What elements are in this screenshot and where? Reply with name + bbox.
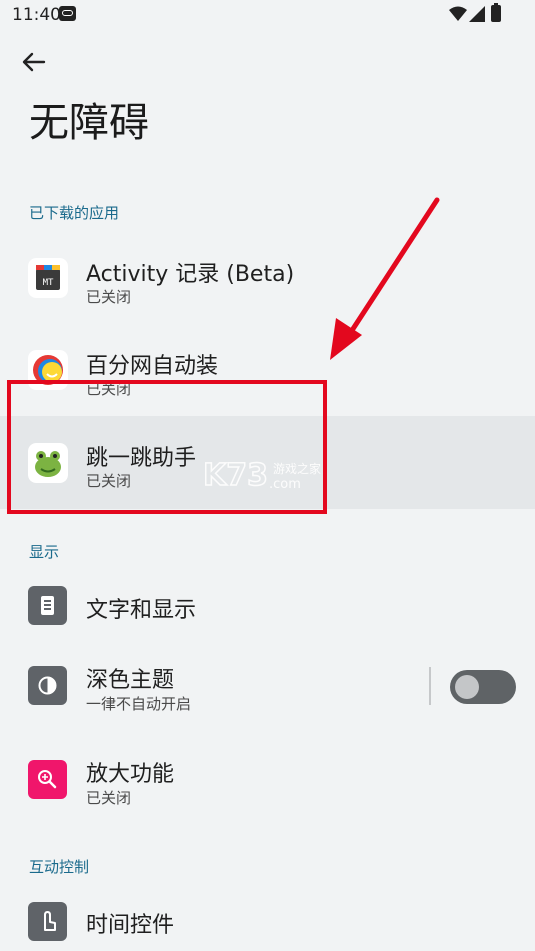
text-display-icon [28, 586, 67, 625]
section-interaction: 互动控制 [29, 858, 90, 876]
svg-text:游戏之家: 游戏之家 [273, 461, 321, 476]
app-title: 百分网自动装 [86, 354, 219, 379]
item-title: 放大功能 [86, 762, 175, 787]
status-bar: 11:40 [0, 0, 535, 30]
signal-icon [469, 6, 485, 22]
item-title: 深色主题 [86, 668, 175, 693]
battery-icon [491, 3, 501, 22]
back-arrow-icon[interactable] [20, 48, 48, 76]
app-title: Activity 记录 (Beta) [86, 262, 295, 287]
touch-icon [28, 902, 67, 941]
toggle-divider [429, 667, 431, 705]
k73-watermark-logo: K73 游戏之家 .com [203, 457, 321, 494]
mt-app-icon: MT [28, 258, 68, 298]
app-status: 已关闭 [86, 288, 132, 306]
wifi-icon [449, 6, 467, 21]
notification-icon [59, 6, 76, 21]
dark-theme-icon [28, 666, 67, 705]
dark-theme-row[interactable]: 深色主题 一律不自动开启 [0, 642, 535, 732]
item-status: 已关闭 [86, 789, 132, 807]
timing-controls-row[interactable]: 时间控件 [0, 885, 535, 951]
item-title: 文字和显示 [86, 598, 197, 623]
text-display-row[interactable]: 文字和显示 [0, 570, 535, 642]
magnification-row[interactable]: 放大功能 已关闭 [0, 732, 535, 832]
svg-text:MT: MT [43, 278, 54, 288]
dark-theme-toggle[interactable] [450, 670, 516, 704]
section-display: 显示 [29, 543, 60, 561]
magnify-icon [28, 760, 67, 799]
page-title: 无障碍 [29, 100, 149, 146]
status-time: 11:40 [12, 5, 61, 25]
toggle-knob [455, 675, 479, 699]
svg-text:K73: K73 [203, 458, 268, 493]
item-title: 时间控件 [86, 913, 175, 938]
svg-text:.com: .com [269, 477, 301, 492]
item-subtitle: 一律不自动开启 [86, 695, 192, 713]
app-row-activity[interactable]: MT Activity 记录 (Beta) 已关闭 [0, 232, 535, 324]
section-downloaded-apps: 已下载的应用 [29, 204, 120, 222]
